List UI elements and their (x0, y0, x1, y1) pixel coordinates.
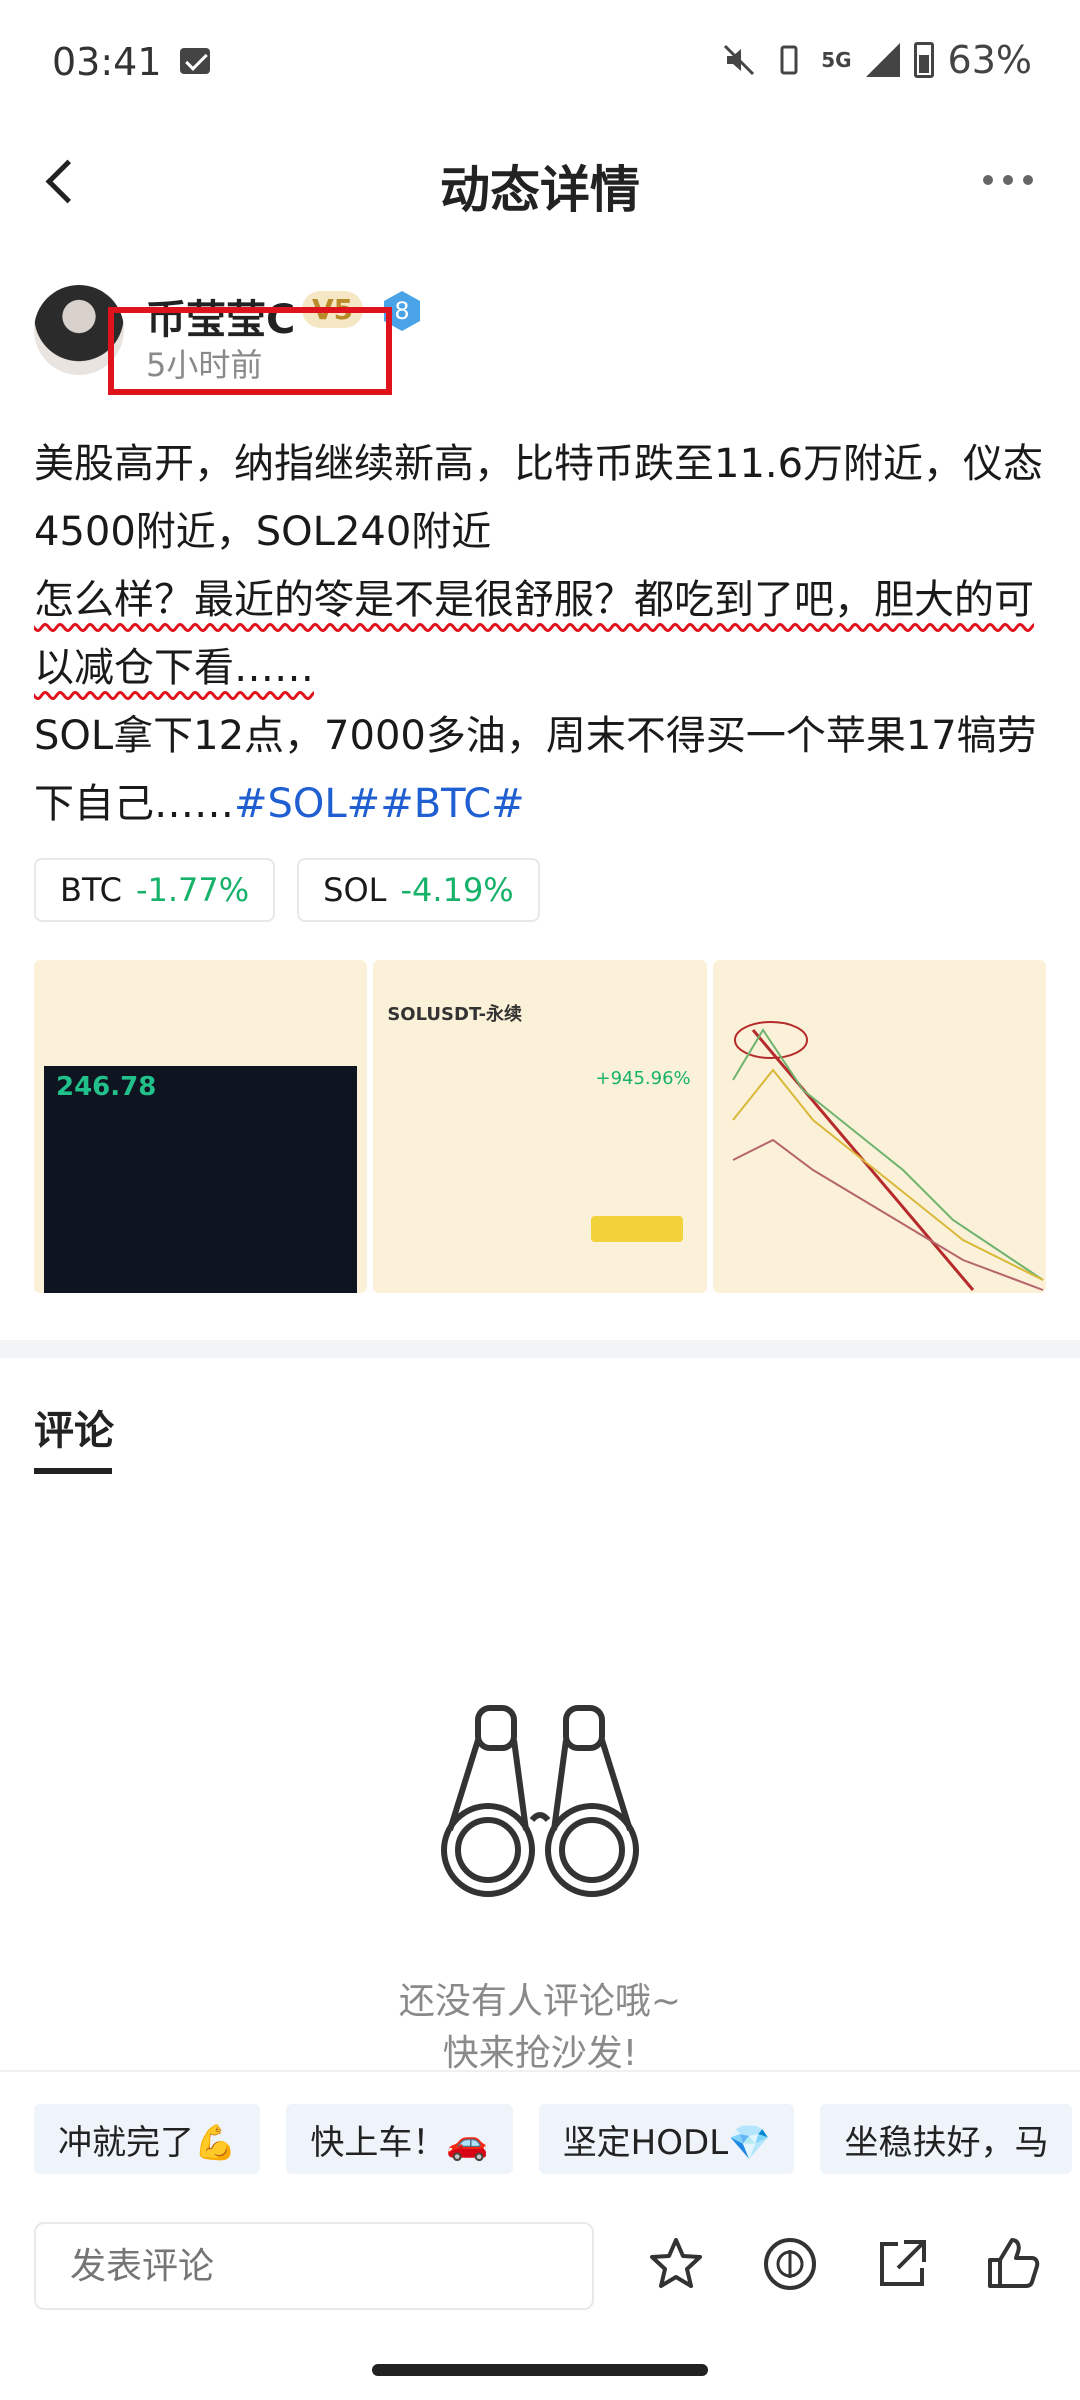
post-line-1: 美股高开，纳指继续新高，比特币跌至11.6万附近，仪态4500附近，SOL240… (34, 441, 1044, 555)
tab-comments[interactable]: 评论 (34, 1398, 114, 1456)
post-body: 美股高开，纳指继续新高，比特币跌至11.6万附近，仪态4500附近，SOL240… (34, 430, 1044, 838)
vibrate-icon (780, 45, 798, 75)
mute-icon (724, 44, 755, 76)
dot-icon (1003, 175, 1013, 185)
image-pnl: +945.96% (595, 1068, 691, 1089)
ticker-row: BTC -1.77% SOL -4.19% (34, 858, 540, 922)
share-icon[interactable] (872, 2234, 932, 2294)
page-title: 动态详情 (440, 161, 640, 219)
star-icon[interactable] (646, 2234, 706, 2294)
candlestick-thumbnail (731, 1021, 1044, 1291)
battery-icon (913, 42, 934, 78)
ticker-change: -1.77% (135, 871, 250, 909)
ticker-change: -4.19% (400, 871, 514, 909)
tab-underline (34, 1468, 112, 1474)
author-row: 币莹莹C V5 8 5小时前 (34, 285, 1034, 395)
ticker-symbol: BTC (60, 871, 122, 909)
post-tags[interactable]: #SOL##BTC# (234, 781, 525, 827)
tip-icon[interactable] (760, 2234, 820, 2294)
comment-input[interactable] (34, 2222, 594, 2310)
post-image-1[interactable]: 246.78 (34, 960, 368, 1293)
image-button (591, 1216, 684, 1242)
post-line-3: SOL拿下12点，7000多油，周末不得买一个苹果17犒劳下自己…… (34, 713, 1037, 827)
status-time: 03:41 (52, 40, 162, 84)
quick-reply-chip[interactable]: 坐稳扶好，马 (820, 2104, 1073, 2174)
post-image-3[interactable] (712, 960, 1046, 1293)
ticker-sol[interactable]: SOL -4.19% (297, 858, 540, 922)
battery-percent: 63% (947, 38, 1032, 82)
quick-reply-chip[interactable]: 坚定HODL💎 (538, 2104, 795, 2174)
ticker-symbol: SOL (323, 871, 387, 909)
dot-icon (1023, 175, 1033, 185)
empty-comments-message: 还没有人评论哦~ 快来抢沙发! (0, 1976, 1080, 2080)
home-indicator[interactable] (372, 2364, 708, 2376)
ticker-btc[interactable]: BTC -1.77% (34, 858, 276, 922)
network-type: 5G (821, 48, 852, 72)
more-options-button[interactable] (976, 160, 1040, 200)
binoculars-icon (441, 1705, 639, 1897)
signal-icon (865, 43, 900, 77)
quick-reply-chip[interactable]: 快上车！🚗 (286, 2104, 513, 2174)
image-price: 246.78 (56, 1072, 157, 1102)
thumbs-up-icon[interactable] (982, 2234, 1042, 2294)
status-icons: 5G 63% (721, 38, 1032, 82)
image-title: SOLUSDT-永续 (387, 1004, 523, 1025)
empty-line-1: 还没有人评论哦~ (398, 1981, 682, 2022)
app-header: 动态详情 (0, 120, 1080, 240)
highlight-box (108, 307, 392, 395)
status-bar: 03:41 5G 63% (0, 0, 1080, 120)
mail-notification-icon (180, 48, 210, 74)
post-image-2[interactable]: SOLUSDT-永续 +945.96% (373, 960, 707, 1293)
dot-icon (983, 175, 993, 185)
post-line-2: 怎么样？最近的笭是不是很舒服？都吃到了吧，胆大的可以减仓下看…… (34, 577, 1034, 691)
quick-reply-chip[interactable]: 冲就完了💪 (34, 2104, 261, 2174)
image-gallery: 246.78 SOLUSDT-永续 +945.96% (34, 960, 1046, 1293)
section-separator (0, 1340, 1080, 1358)
bottom-action-bar (0, 2200, 1080, 2320)
quick-replies: 冲就完了💪 快上车！🚗 坚定HODL💎 坐稳扶好，马 (0, 2070, 1080, 2200)
